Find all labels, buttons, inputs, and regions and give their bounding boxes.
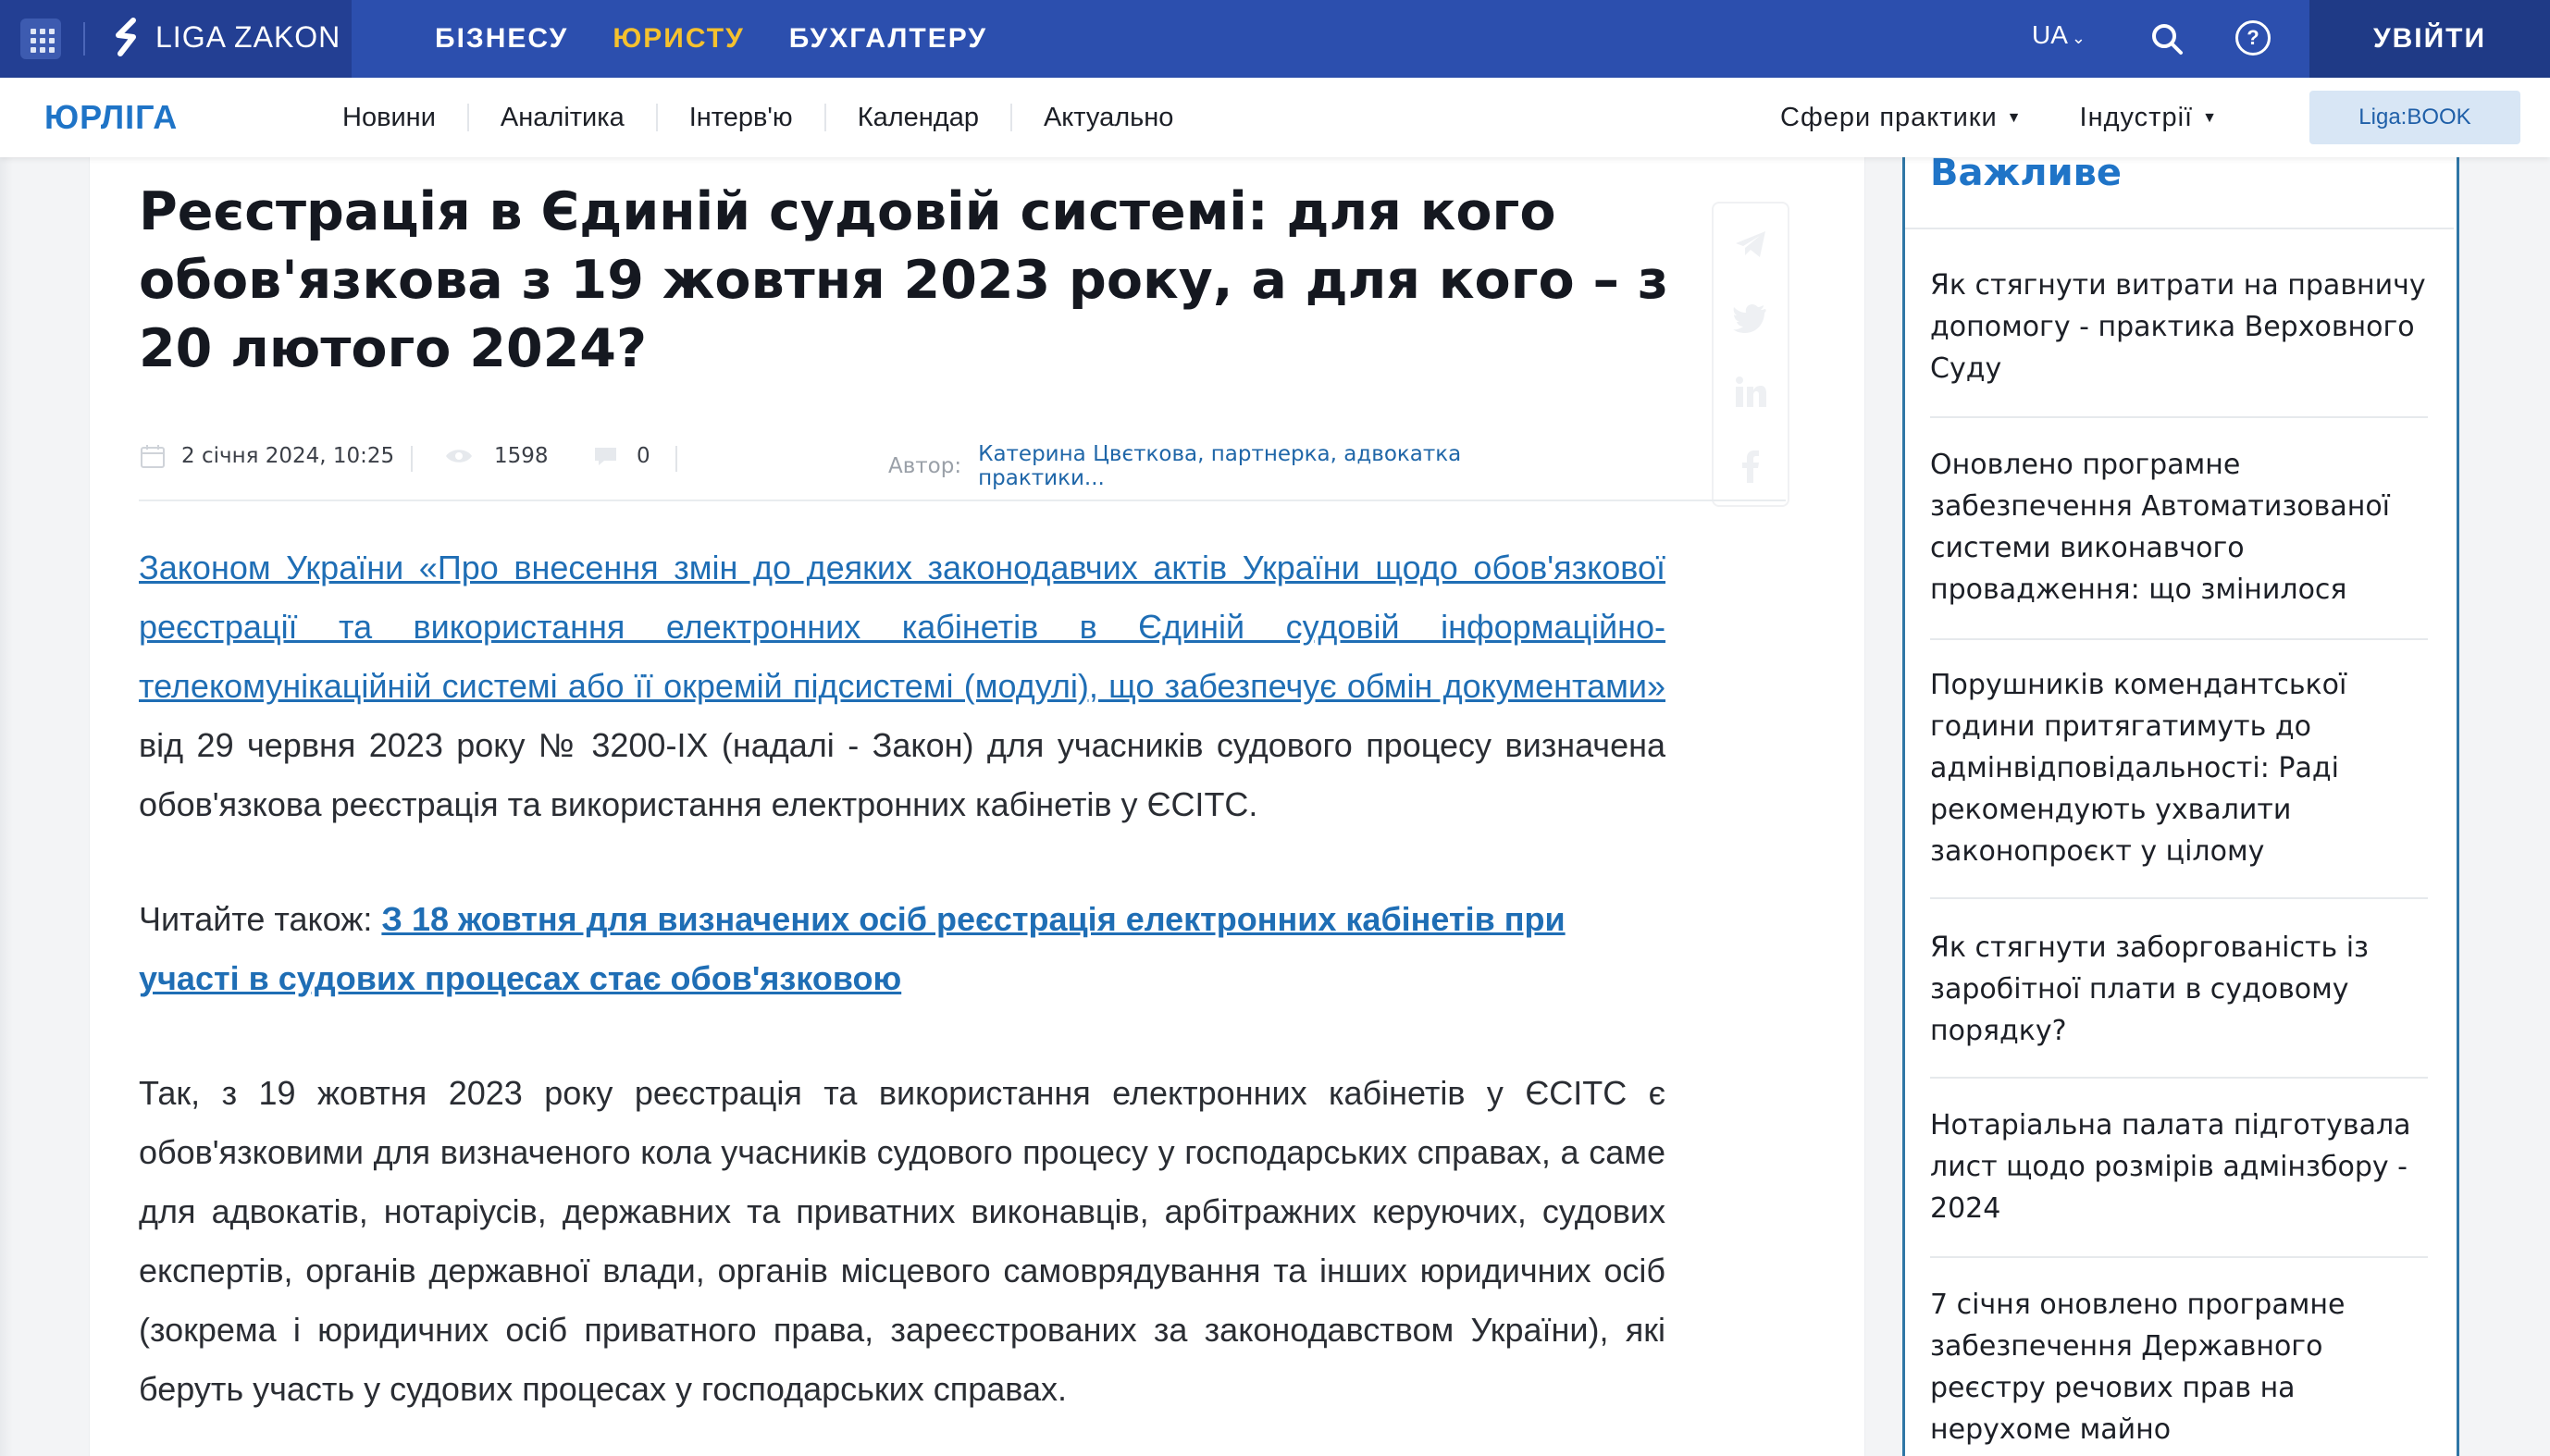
publish-date: 2 січня 2024, 10:25 [181, 444, 395, 468]
sidebar-news-item[interactable]: Порушників комендантської години притяга… [1930, 664, 2430, 872]
sidebar-divider [1930, 416, 2428, 418]
meta-author: Автор: Катерина Цвєткова, партнерка, адв… [888, 442, 1573, 490]
share-panel [1712, 202, 1789, 507]
sidebar-news-item[interactable]: Як стягнути витрати на правничу допомогу… [1930, 265, 2430, 389]
calendar-icon [141, 445, 165, 468]
meta-divider [411, 446, 413, 472]
twitter-icon[interactable] [1732, 300, 1769, 337]
section-nav-news[interactable]: Новини [342, 104, 467, 131]
comments-count: 0 [637, 444, 650, 468]
nav-business[interactable]: БІЗНЕСУ [435, 23, 568, 55]
language-switcher[interactable]: UA ⌄ [2032, 20, 2086, 50]
meta-views: 1598 [444, 442, 549, 470]
meta-date: 2 січня 2024, 10:25 [139, 442, 394, 470]
author-link[interactable]: Катерина Цвєткова, партнерка, адвокатка … [978, 442, 1573, 490]
sidebar-news-item[interactable]: Нотаріальна палата підготувала лист щодо… [1930, 1104, 2430, 1229]
brand-block: LIGA ZAKON [0, 0, 352, 78]
help-icon[interactable]: ? [2235, 20, 2271, 56]
comment-icon [595, 448, 616, 465]
logo-text[interactable]: LIGA ZAKON [155, 20, 340, 55]
facebook-icon[interactable] [1732, 448, 1769, 485]
meta-divider-line [139, 500, 1786, 501]
industries-dropdown[interactable]: Індустрії ▼ [2080, 103, 2218, 133]
article-title: Реєстрація в Єдиній судовій системі: для… [139, 181, 1668, 379]
page-gutter [0, 157, 13, 1456]
liga-book-button[interactable]: Liga:BOOK [2309, 91, 2520, 144]
chevron-down-icon: ⌄ [2071, 29, 2086, 47]
practice-areas-label: Сфери практики [1780, 102, 1998, 132]
industries-label: Індустрії [2079, 102, 2194, 132]
brand-divider [83, 22, 85, 56]
sidebar-news-item[interactable]: Оновлено програмне забезпечення Автомати… [1930, 444, 2430, 611]
search-icon[interactable] [2148, 20, 2185, 57]
section-nav-actual[interactable]: Актуально [1009, 104, 1205, 131]
meta-divider [675, 446, 677, 472]
top-bar: LIGA ZAKON БІЗНЕСУ ЮРИСТУ БУХГАЛТЕРУ UA ⌄… [0, 0, 2550, 78]
nav-accountant[interactable]: БУХГАЛТЕРУ [789, 23, 987, 55]
language-label: UA [2032, 20, 2068, 49]
law-paragraph-text: від 29 червня 2023 року № 3200-IX (надал… [139, 726, 1665, 823]
section-brand[interactable]: ЮРЛІГА [44, 98, 178, 137]
login-button[interactable]: УВІЙТИ [2309, 0, 2550, 78]
law-link[interactable]: Законом України «Про внесення змін до де… [139, 549, 1665, 705]
read-also-label: Читайте також: [139, 900, 382, 938]
views-count: 1598 [494, 444, 549, 468]
paragraph-law: Законом України «Про внесення змін до де… [139, 538, 1665, 834]
sidebar-news-item[interactable]: Як стягнути заборгованість із заробітної… [1930, 927, 2430, 1052]
caret-down-icon: ▼ [2202, 109, 2218, 126]
eye-icon [446, 450, 472, 463]
section-nav-calendar[interactable]: Календар [823, 104, 1010, 131]
linkedin-icon[interactable] [1732, 374, 1769, 411]
sidebar-title: Важливе [1930, 152, 2123, 194]
section-nav-analytics[interactable]: Аналітика [466, 104, 656, 131]
nav-lawyer[interactable]: ЮРИСТУ [613, 23, 744, 55]
paragraph-obligation: Так, з 19 жовтня 2023 року реєстрація та… [139, 1074, 1665, 1408]
author-label: Автор: [888, 454, 962, 478]
liga-logo-icon[interactable] [109, 17, 146, 61]
sidebar-divider [1930, 1077, 2428, 1079]
article-meta: 2 січня 2024, 10:25 1598 0 Автор: Катери… [139, 442, 1573, 490]
caret-down-icon: ▼ [2006, 109, 2023, 126]
sidebar-divider [1930, 638, 2428, 640]
section-nav-interview[interactable]: Інтерв'ю [655, 104, 824, 131]
section-dropdowns: Сфери практики ▼ Індустрії ▼ [1780, 78, 2218, 157]
telegram-icon[interactable] [1732, 226, 1769, 263]
read-also: Читайте також: З 18 жовтня для визначени… [139, 890, 1665, 1008]
audience-nav: БІЗНЕСУ ЮРИСТУ БУХГАЛТЕРУ [435, 0, 987, 78]
sidebar-divider [1930, 1256, 2428, 1258]
sidebar-news-item[interactable]: 7 січня оновлено програмне забезпечення … [1930, 1284, 2430, 1450]
sidebar-divider [1930, 897, 2428, 899]
sidebar-title-divider [1905, 228, 2454, 229]
section-nav: Новини Аналітика Інтерв'ю Календар Актуа… [342, 78, 1205, 157]
apps-grid-icon[interactable] [20, 19, 61, 59]
practice-areas-dropdown[interactable]: Сфери практики ▼ [1780, 103, 2023, 133]
meta-comments: 0 [592, 442, 650, 470]
section-bar: ЮРЛІГА Новини Аналітика Інтерв'ю Календа… [0, 78, 2550, 157]
